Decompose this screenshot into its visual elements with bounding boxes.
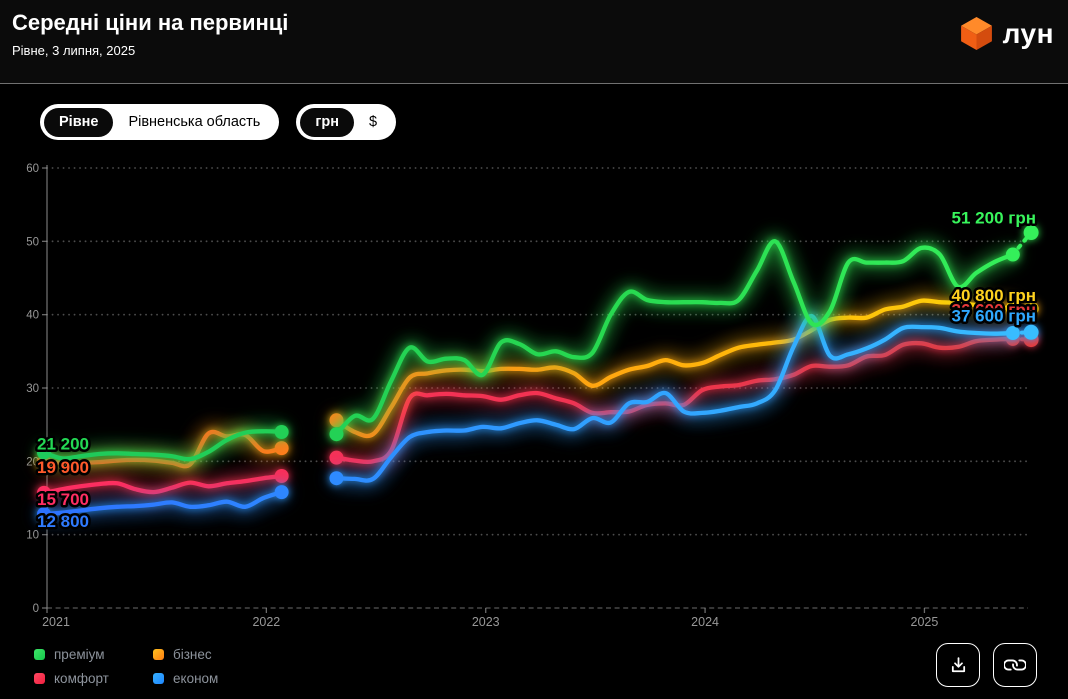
svg-text:10: 10 (26, 530, 39, 542)
toggle-city[interactable]: Рівне (44, 108, 113, 137)
svg-text:60: 60 (26, 163, 39, 175)
logo-text: лун (1003, 20, 1054, 48)
ekonom-swatch-icon (153, 673, 164, 684)
link-icon (1004, 654, 1026, 676)
komfort-swatch-icon (34, 673, 45, 684)
legend-label-komfort: комфорт (54, 671, 109, 686)
location-toggle: Рівне Рівненська область (40, 104, 279, 140)
toggle-bar: Рівне Рівненська область грн $ (40, 104, 396, 140)
svg-text:2021: 2021 (42, 615, 70, 629)
svg-text:51 200 грн: 51 200 грн (952, 209, 1036, 228)
svg-text:15 700: 15 700 (37, 490, 89, 509)
svg-text:2025: 2025 (911, 615, 939, 629)
chart-legend: преміум бізнес комфорт економ (34, 647, 218, 686)
legend-label-biznes: бізнес (173, 647, 212, 662)
svg-text:2023: 2023 (472, 615, 500, 629)
legend-label-ekonom: економ (173, 671, 218, 686)
toggle-uah[interactable]: грн (300, 108, 354, 137)
svg-text:19 900: 19 900 (37, 458, 89, 477)
svg-text:21 200: 21 200 (37, 435, 89, 454)
currency-toggle: грн $ (296, 104, 396, 140)
svg-text:0: 0 (33, 603, 39, 615)
download-icon (948, 655, 969, 676)
legend-item-biznes: бізнес (153, 647, 218, 662)
page: 01020304050602021202220232024202521 2005… (0, 0, 1068, 699)
legend-item-ekonom: економ (153, 671, 218, 686)
legend-label-premium: преміум (54, 647, 105, 662)
header: Середні ціни на первинці Рівне, 3 липня,… (0, 0, 1068, 84)
legend-item-komfort: комфорт (34, 671, 153, 686)
header-text: Середні ціни на первинці Рівне, 3 липня,… (0, 0, 288, 58)
cube-icon (958, 15, 995, 52)
page-title: Середні ціни на первинці (12, 10, 288, 36)
svg-text:50: 50 (26, 236, 39, 248)
svg-text:30: 30 (26, 383, 39, 395)
page-subtitle: Рівне, 3 липня, 2025 (12, 43, 288, 58)
legend-item-premium: преміум (34, 647, 153, 662)
biznes-swatch-icon (153, 649, 164, 660)
svg-text:2022: 2022 (252, 615, 280, 629)
share-link-button[interactable] (993, 643, 1037, 687)
svg-text:2024: 2024 (691, 615, 719, 629)
toggle-region[interactable]: Рівненська область (113, 108, 275, 137)
premium-swatch-icon (34, 649, 45, 660)
toggle-usd[interactable]: $ (354, 108, 392, 137)
svg-text:12 800: 12 800 (37, 512, 89, 531)
download-button[interactable] (936, 643, 980, 687)
svg-text:40: 40 (26, 310, 39, 322)
svg-text:37 600 грн: 37 600 грн (952, 306, 1036, 325)
lun-logo[interactable]: лун (958, 0, 1068, 52)
chart-actions (936, 643, 1037, 687)
